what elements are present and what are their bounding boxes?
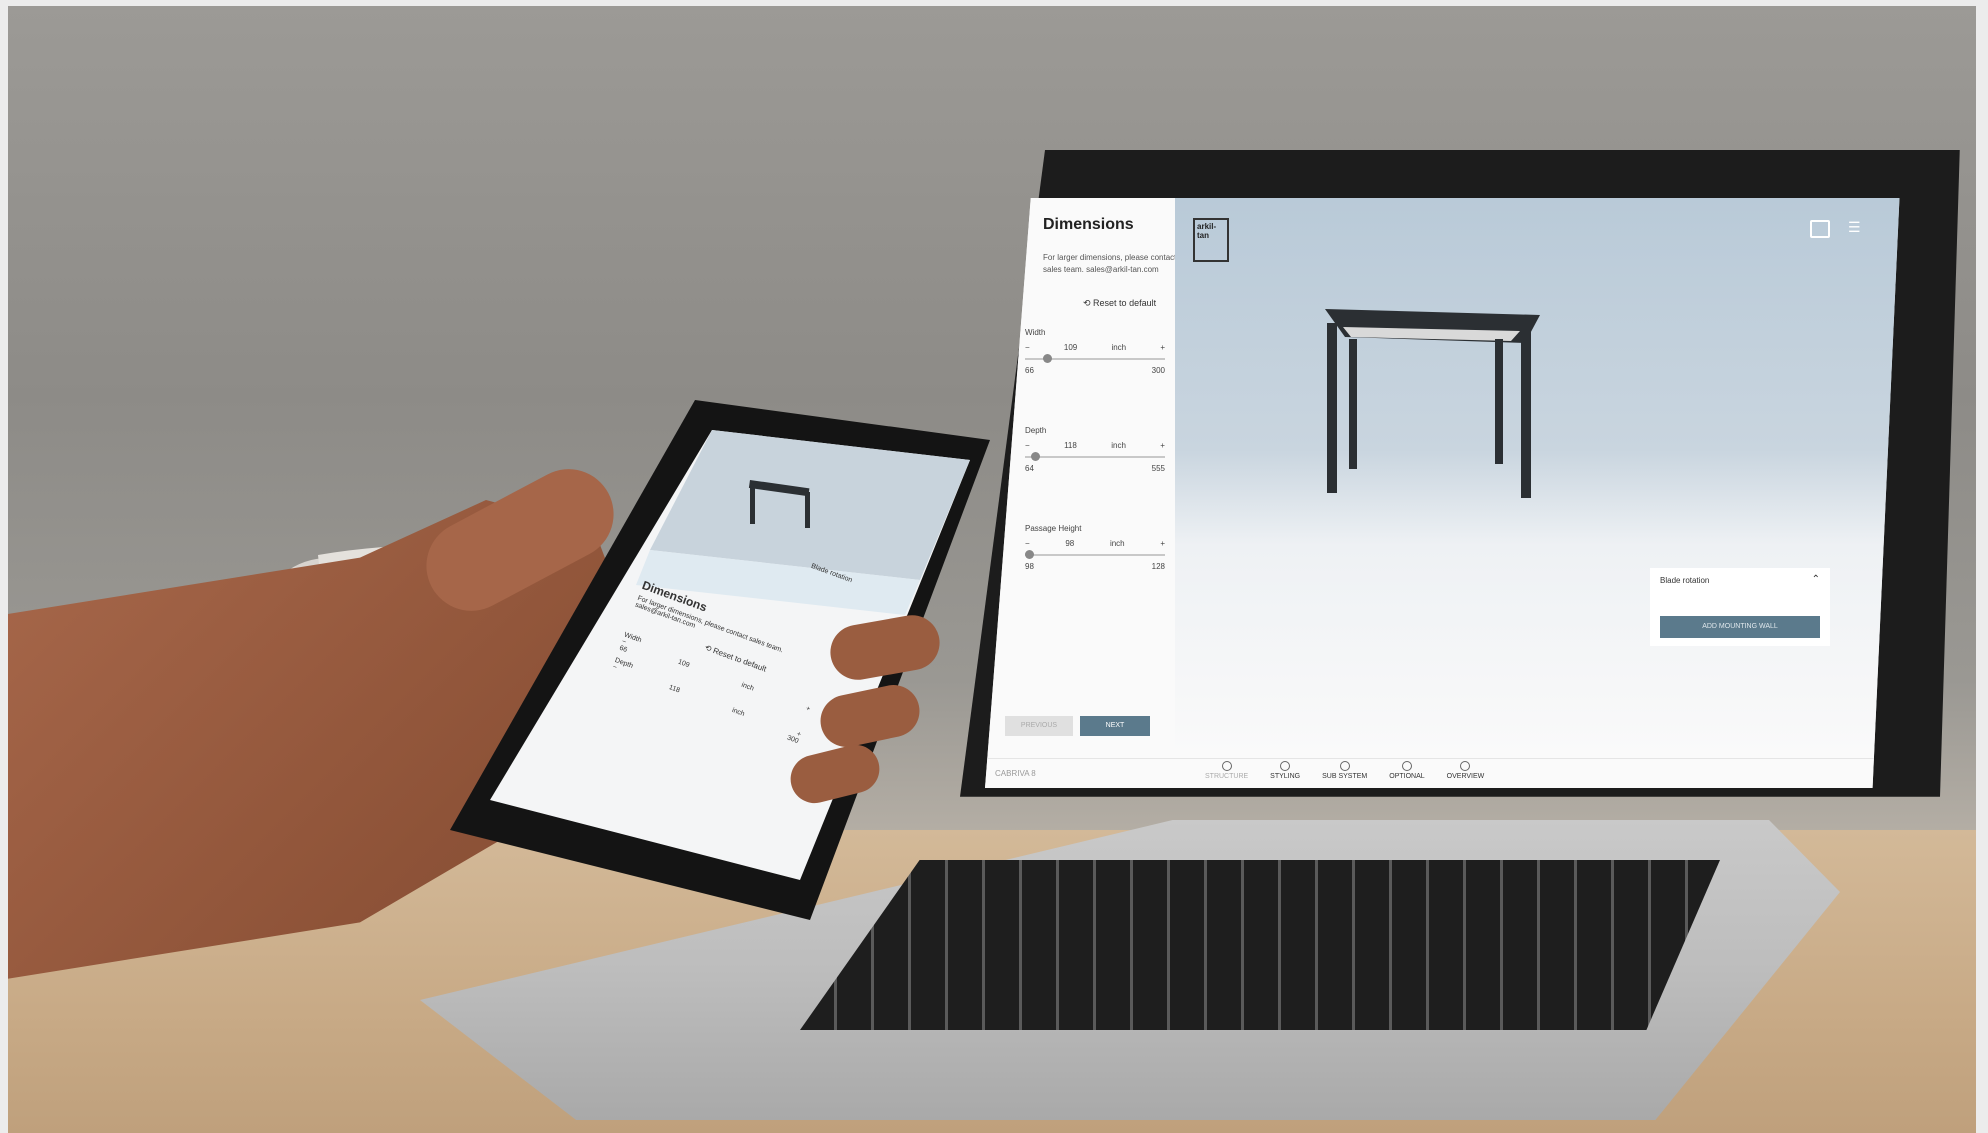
depth-label: Depth bbox=[1025, 426, 1047, 435]
width-unit: inch bbox=[1111, 343, 1127, 352]
minus-button[interactable]: − bbox=[1025, 343, 1030, 352]
passage-height-min: 98 bbox=[1025, 562, 1034, 571]
step-label: STRUCTURE bbox=[1205, 773, 1249, 780]
width-max: 300 bbox=[1151, 366, 1165, 375]
structure-icon bbox=[1221, 761, 1232, 771]
sub-system-icon bbox=[1339, 761, 1350, 771]
step-structure[interactable]: STRUCTURE bbox=[1205, 761, 1248, 780]
blade-rotation-label: Blade rotation bbox=[1660, 576, 1710, 585]
step-label: OVERVIEW bbox=[1446, 773, 1485, 780]
step-label: OPTIONAL bbox=[1389, 773, 1425, 780]
passage-height-slider[interactable] bbox=[1025, 550, 1165, 559]
step-label: STYLING bbox=[1270, 773, 1301, 780]
laptop-screen: Dimensions For larger dimensions, please… bbox=[985, 198, 1900, 788]
width-min: 66 bbox=[1025, 366, 1034, 375]
depth-field: Depth − 118 inch + 64 555 bbox=[1025, 426, 1165, 473]
slider-handle[interactable] bbox=[1025, 550, 1034, 559]
passage-height-field: Passage Height − 98 inch + 98 128 bbox=[1025, 524, 1165, 571]
overview-icon bbox=[1460, 761, 1471, 771]
slider-handle[interactable] bbox=[1043, 354, 1052, 363]
refresh-icon: ⟲ bbox=[1083, 298, 1094, 308]
blade-rotation-card: Blade rotation ⌃ ADD MOUNTING WALL bbox=[1650, 568, 1830, 646]
passage-height-unit: inch bbox=[1109, 539, 1125, 548]
step-sub-system[interactable]: SUB SYSTEM bbox=[1322, 761, 1367, 780]
step-overview[interactable]: OVERVIEW bbox=[1446, 761, 1485, 780]
brand-logo: arkil-tan bbox=[1193, 218, 1229, 262]
width-field: Width − 109 inch + 66 300 bbox=[1025, 328, 1165, 375]
frame-border bbox=[0, 0, 8, 1133]
step-navigation: CABRIVA 8 STRUCTURE STYLING SUB SYSTEM O… bbox=[985, 758, 1900, 788]
step-label: SUB SYSTEM bbox=[1322, 773, 1368, 780]
width-label: Width bbox=[1025, 328, 1046, 337]
slider-handle[interactable] bbox=[1031, 452, 1040, 461]
3d-viewport[interactable]: arkil-tan ☰ Blade rotation ⌃ ADD MOUNTIN… bbox=[1175, 198, 1900, 758]
step-optional[interactable]: OPTIONAL bbox=[1389, 761, 1425, 780]
passage-height-label: Passage Height bbox=[1025, 524, 1082, 533]
step-styling[interactable]: STYLING bbox=[1270, 761, 1300, 780]
passage-height-max: 128 bbox=[1151, 562, 1165, 571]
plus-button[interactable]: + bbox=[805, 705, 811, 713]
panel-subtitle: For larger dimensions, please contact sa… bbox=[1043, 253, 1177, 274]
width-slider[interactable] bbox=[1025, 354, 1165, 363]
plus-button[interactable]: + bbox=[1160, 539, 1165, 548]
next-button[interactable]: NEXT bbox=[1080, 716, 1150, 736]
plus-button[interactable]: + bbox=[1160, 343, 1165, 352]
minus-button[interactable]: − bbox=[1025, 539, 1030, 548]
frame-border bbox=[1976, 0, 1988, 1133]
styling-icon bbox=[1280, 761, 1291, 771]
add-mounting-wall-button[interactable]: ADD MOUNTING WALL bbox=[1660, 616, 1820, 638]
menu-icon[interactable]: ☰ bbox=[1848, 220, 1864, 234]
reset-button[interactable]: ⟲ Reset to default bbox=[1083, 298, 1156, 309]
ar-view-icon[interactable] bbox=[1810, 220, 1830, 238]
passage-height-value[interactable]: 98 bbox=[1065, 539, 1074, 548]
plus-button[interactable]: + bbox=[1160, 441, 1165, 450]
dimensions-panel: Dimensions For larger dimensions, please… bbox=[985, 198, 1176, 758]
optional-icon bbox=[1401, 761, 1412, 771]
previous-button[interactable]: PREVIOUS bbox=[1005, 716, 1073, 736]
panel-title: Dimensions bbox=[1043, 216, 1134, 233]
depth-slider[interactable] bbox=[1025, 452, 1165, 461]
depth-min: 64 bbox=[1025, 464, 1034, 473]
reset-label: Reset to default bbox=[1093, 298, 1157, 308]
depth-unit: inch bbox=[1111, 441, 1126, 450]
depth-value[interactable]: 118 bbox=[1064, 441, 1077, 450]
minus-button[interactable]: − bbox=[611, 664, 617, 672]
minus-button[interactable]: − bbox=[1025, 441, 1030, 450]
pergola-model bbox=[1325, 309, 1540, 498]
width-value[interactable]: 109 bbox=[1064, 343, 1077, 352]
frame-border bbox=[0, 0, 1988, 6]
chevron-up-icon[interactable]: ⌃ bbox=[1812, 574, 1820, 585]
depth-max: 555 bbox=[1151, 464, 1165, 473]
product-photo: Dimensions For larger dimensions, please… bbox=[0, 0, 1988, 1133]
